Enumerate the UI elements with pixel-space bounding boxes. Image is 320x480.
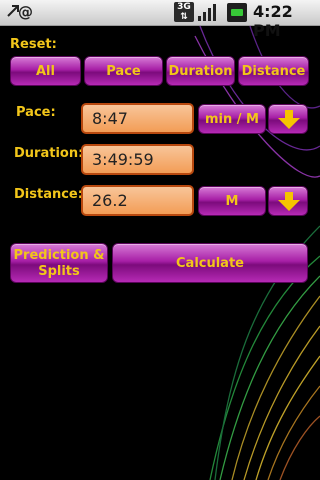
network-type-label: 3G: [177, 2, 191, 12]
reset-distance-button[interactable]: Distance: [238, 56, 309, 86]
distance-unit-dropdown-button[interactable]: [268, 186, 308, 216]
reset-all-button[interactable]: All: [10, 56, 81, 86]
calculate-button[interactable]: Calculate: [112, 243, 308, 283]
pace-label: Pace:: [16, 105, 56, 120]
signal-icon: [198, 4, 216, 21]
network-3g-icon: 3G ⇅: [174, 2, 194, 22]
gmail-icon: @: [18, 3, 33, 21]
duration-input[interactable]: 3:49:59: [81, 144, 194, 175]
distance-label: Distance:: [14, 187, 83, 202]
reset-label: Reset:: [10, 37, 57, 52]
pace-unit-button[interactable]: min / M: [198, 104, 266, 134]
dropdown-arrow-icon: [278, 192, 300, 211]
status-bar: @ 3G ⇅ 4:22 PM: [0, 0, 320, 40]
pace-unit-dropdown-button[interactable]: [268, 104, 308, 134]
dropdown-arrow-icon: [278, 110, 300, 129]
battery-icon: [227, 3, 247, 22]
reset-duration-button[interactable]: Duration: [166, 56, 235, 86]
reset-pace-button[interactable]: Pace: [84, 56, 163, 86]
distance-unit-button[interactable]: M: [198, 186, 266, 216]
prediction-splits-button[interactable]: Prediction & Splits: [10, 243, 108, 283]
distance-input[interactable]: 26.2: [81, 185, 194, 216]
pace-input[interactable]: 8:47: [81, 103, 194, 134]
duration-label: Duration:: [14, 146, 84, 161]
